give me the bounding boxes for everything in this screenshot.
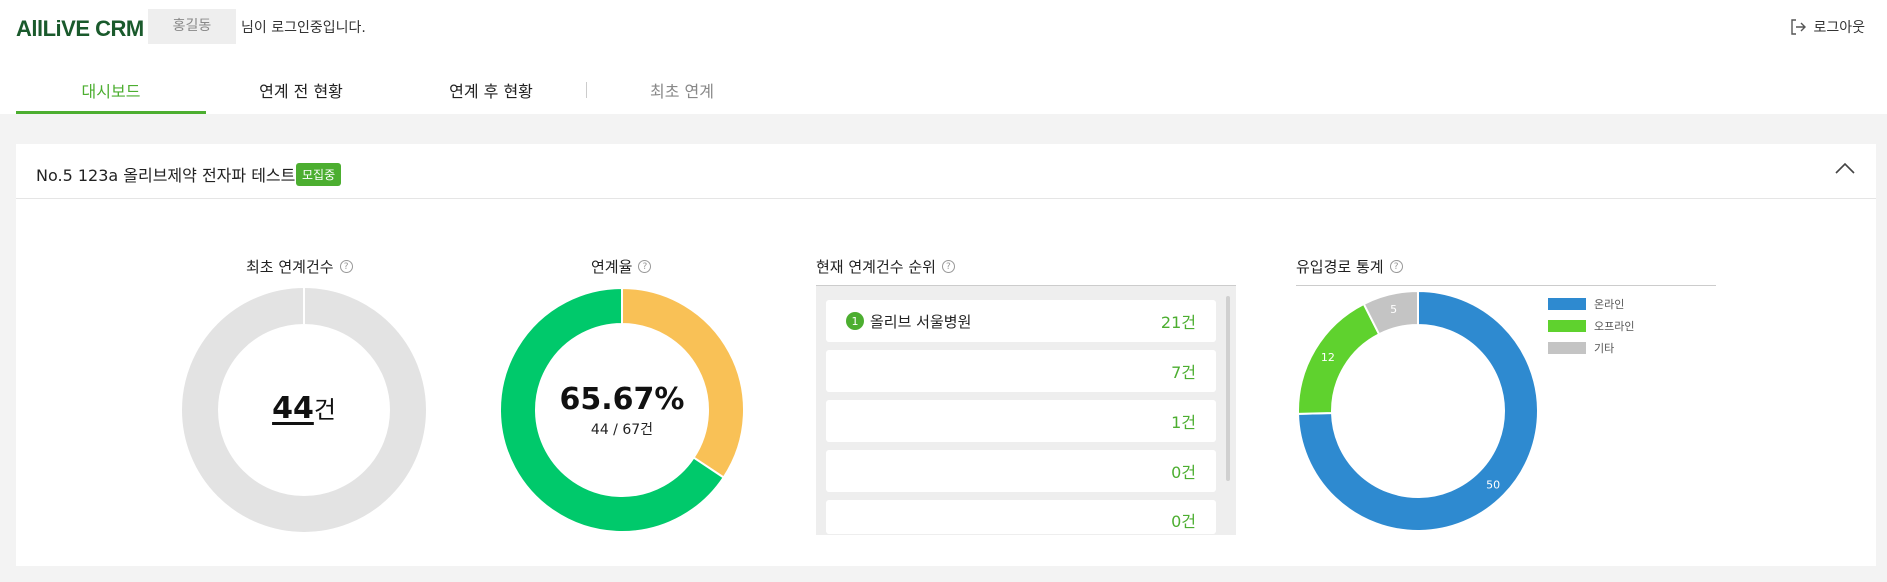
tab-first-link[interactable]: 최초 연계 [587,70,777,114]
project-title: No.5 123a 올리브제약 전자파 테스트 [36,166,296,185]
logout-label: 로그아웃 [1813,20,1865,36]
rank-item-label: 1 올리브 서울병원 [846,311,971,332]
inflow-divider [1296,285,1716,286]
list-item[interactable]: 1건 [826,400,1216,442]
logout-icon [1791,19,1807,35]
rank-item-count: 7건 [1171,363,1196,382]
project-card: No.5 123a 올리브제약 전자파 테스트 모집중 최초 연계건수 ? 44… [16,144,1876,566]
user-name-badge: 홍길동 [148,9,236,44]
rank-title-text: 현재 연계건수 순위 [816,258,936,276]
chevron-up-icon [1835,162,1855,174]
inflow-chart: 50 12 5 [1297,289,1539,532]
link-rate-ratio: 44 / 67건 [590,422,654,438]
collapse-button[interactable] [1834,160,1856,179]
help-icon[interactable]: ? [1389,260,1403,273]
first-link-title-text: 최초 연계건수 [246,258,334,276]
list-item[interactable]: 0건 [826,450,1216,492]
project-card-header: No.5 123a 올리브제약 전자파 테스트 모집중 [16,144,1876,199]
legend-swatch [1548,320,1586,332]
rank-title: 현재 연계건수 순위 ? [816,256,955,277]
rank-number-badge: 1 [846,312,864,330]
rank-item-count: 1건 [1171,413,1196,432]
rank-list[interactable]: 1 올리브 서울병원 21건 7건 1건 0건 0건 [816,285,1236,535]
legend-label: 오프라인 [1594,320,1635,333]
list-item[interactable]: 0건 [826,500,1216,534]
rank-item-count: 0건 [1171,512,1196,531]
list-item[interactable]: 7건 [826,350,1216,392]
rank-item-count: 0건 [1171,463,1196,482]
first-link-count[interactable]: 44 [272,391,314,426]
legend-item[interactable]: 온라인 [1548,293,1634,315]
inflow-slice-label: 5 [1390,303,1397,316]
help-icon[interactable]: ? [941,260,955,273]
main-tabs: 대시보드 연계 전 현황 연계 후 현황 최초 연계 [16,70,777,114]
legend-swatch [1548,298,1586,310]
scrollbar[interactable] [1226,296,1230,481]
inflow-title-text: 유입경로 통계 [1296,258,1384,276]
tab-dashboard[interactable]: 대시보드 [16,70,206,114]
inflow-slice-label: 50 [1486,478,1500,491]
legend-swatch [1548,342,1586,354]
legend-label: 온라인 [1594,298,1625,311]
login-message: 님이 로그인중입니다. [241,20,366,36]
status-badge: 모집중 [296,163,342,186]
help-icon[interactable]: ? [638,260,652,273]
inflow-legend: 온라인오프라인기타 [1548,293,1634,359]
inflow-slice-label: 12 [1321,351,1335,364]
app-logo[interactable]: AllLiVE CRM [16,16,144,42]
first-link-title: 최초 연계건수 ? [246,256,353,277]
logout-button[interactable]: 로그아웃 [1789,17,1865,37]
list-item[interactable]: 1 올리브 서울병원 21건 [826,300,1216,342]
legend-item[interactable]: 기타 [1548,337,1634,359]
top-bar: AllLiVE CRM 홍길동 님이 로그인중입니다. 로그아웃 대시보드 연계… [0,0,1887,114]
inflow-slice-1[interactable] [1297,302,1381,415]
legend-label: 기타 [1594,342,1615,355]
tab-before-link[interactable]: 연계 전 현황 [206,70,396,114]
link-rate-center: 65.67% 44 / 67건 [547,382,697,439]
first-link-center: 44건 [229,390,379,426]
rank-item-count: 21건 [1160,313,1196,332]
link-rate-value: 65.67% [559,382,685,417]
rank-item-name: 올리브 서울병원 [870,312,972,331]
first-link-unit: 건 [313,396,336,424]
legend-item[interactable]: 오프라인 [1548,315,1634,337]
link-rate-title-text: 연계율 [591,258,633,276]
inflow-title: 유입경로 통계 ? [1296,256,1403,277]
tab-after-link[interactable]: 연계 후 현황 [396,70,586,114]
help-icon[interactable]: ? [339,260,353,273]
link-rate-title: 연계율 ? [591,256,652,277]
